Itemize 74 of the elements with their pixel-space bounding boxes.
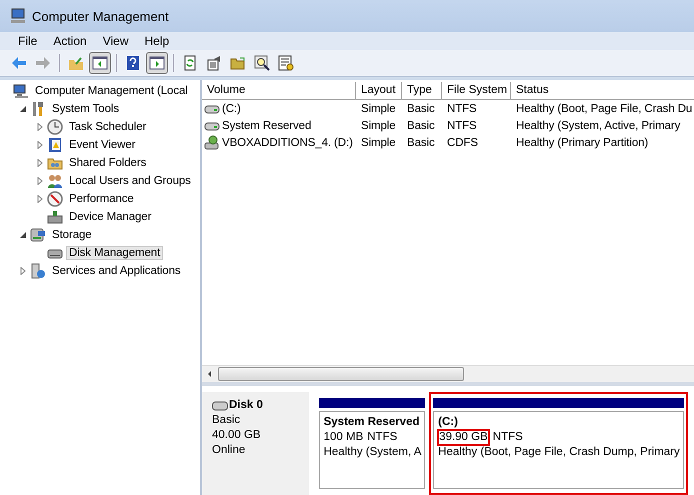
action-pane-toggle[interactable]: [146, 52, 168, 74]
expanded-arrow-icon[interactable]: [19, 231, 27, 239]
tree-item[interactable]: Local Users and Groups: [66, 174, 194, 188]
partition-name: (C:): [438, 415, 459, 430]
disk-status: Online: [212, 443, 246, 458]
cd-drive-icon: [204, 134, 220, 150]
menu-item[interactable]: Action: [45, 34, 95, 48]
services-icon: [30, 263, 46, 279]
expanded-arrow-icon[interactable]: [19, 105, 27, 113]
disk-type: Basic: [212, 413, 242, 428]
tree-item[interactable]: Computer Management (Local: [32, 84, 191, 98]
column-header[interactable]: Volume: [202, 82, 356, 100]
table-cell-text: Basic: [406, 136, 436, 148]
table-cell-text: NTFS: [446, 120, 478, 132]
storage-icon: [30, 227, 46, 243]
table-cell: System Reserved: [222, 120, 312, 132]
clock-icon: [47, 119, 63, 135]
table-cell-text: Simple: [360, 102, 397, 114]
table-cell-text: Basic: [406, 120, 436, 132]
table-cell-text: CDFS: [446, 136, 479, 148]
partition-status: Healthy (Boot, Page File, Crash Dump, Primary: [438, 445, 680, 460]
computer-icon: [10, 8, 26, 24]
tree-pane-toggle[interactable]: [89, 52, 111, 74]
tree-item[interactable]: Task Scheduler: [66, 120, 150, 134]
table-cell: VBOXADDITIONS_4. (D:): [222, 136, 353, 148]
partition-filesystem: NTFS: [367, 430, 398, 445]
partition-block[interactable]: System Reserved 100 MB NTFS Healthy (System, A: [318, 411, 426, 489]
collapsed-arrow-icon[interactable]: [36, 195, 44, 203]
tree-item[interactable]: Event Viewer: [66, 138, 138, 152]
tree-item[interactable]: Disk Management: [66, 246, 164, 260]
partition-filesystem: NTFS: [492, 430, 523, 445]
partition-name: System Reserved: [324, 415, 421, 430]
collapsed-arrow-icon[interactable]: [36, 177, 44, 185]
collapsed-arrow-icon[interactable]: [36, 141, 44, 149]
users-icon: [47, 173, 63, 189]
horizontal-scrollbar[interactable]: [202, 365, 694, 382]
partition-size: 100 MB: [324, 430, 364, 445]
table-cell-text: Basic: [406, 102, 436, 114]
collapsed-arrow-icon[interactable]: [19, 267, 27, 275]
column-header[interactable]: Layout: [356, 82, 402, 100]
partition-size: 39.90 GB: [438, 430, 489, 445]
tree-item[interactable]: Storage: [49, 228, 95, 242]
column-header[interactable]: File System: [442, 82, 511, 100]
table-cell-text: Healthy (Boot, Page File, Crash Du: [515, 102, 694, 114]
menu-item[interactable]: View: [94, 34, 136, 48]
partition-block[interactable]: (C:) 39.90 GB NTFS Healthy (Boot, Page File, Crash Dump, Primary: [433, 411, 684, 489]
computer-icon: [13, 83, 29, 99]
table-cell-text: Healthy (Primary Partition): [515, 136, 650, 148]
column-header[interactable]: Status: [511, 82, 694, 100]
table-cell-text: Healthy (System, Active, Primary: [515, 120, 682, 132]
tree-item[interactable]: Performance: [66, 192, 137, 206]
column-header[interactable]: Type: [402, 82, 442, 100]
drive-icon: [212, 400, 228, 410]
disk-name: Disk 0: [229, 398, 263, 413]
table-cell-text: Simple: [360, 136, 397, 148]
tree-item[interactable]: Device Manager: [66, 210, 154, 224]
tools-icon: [30, 101, 46, 117]
menu-item[interactable]: Help: [136, 34, 178, 48]
tree-item[interactable]: Services and Applications: [49, 264, 184, 278]
collapsed-arrow-icon[interactable]: [36, 159, 44, 167]
disk-size: 40.00 GB: [212, 428, 262, 443]
collapsed-arrow-icon[interactable]: [36, 123, 44, 131]
tree-item[interactable]: Shared Folders: [66, 156, 150, 170]
table-cell-text: Simple: [360, 120, 397, 132]
menu-item[interactable]: File: [10, 34, 46, 48]
device-icon: [47, 209, 63, 225]
table-cell-text: NTFS: [446, 102, 478, 114]
scroll-left-icon[interactable]: [206, 370, 214, 378]
tree-item[interactable]: System Tools: [49, 102, 122, 116]
scroll-thumb[interactable]: [218, 367, 464, 381]
partition-status: Healthy (System, A: [324, 445, 422, 460]
table-cell: (C:): [222, 102, 241, 114]
window-title: Computer Management: [32, 8, 169, 24]
event-log-icon: [47, 137, 63, 153]
